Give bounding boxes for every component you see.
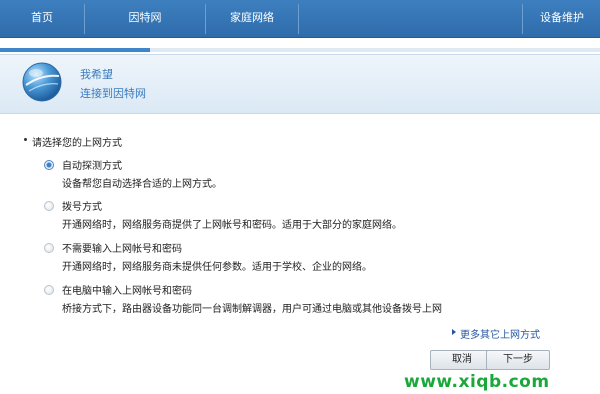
header-title: 我希望 xyxy=(80,68,113,81)
question-label: 请选择您的上网方式 xyxy=(24,134,122,149)
bullet-icon xyxy=(24,138,27,141)
option-title: 自动探测方式 xyxy=(62,161,122,172)
radio-auto-detect[interactable] xyxy=(44,160,54,170)
nav-divider xyxy=(298,4,299,34)
radio-bridge[interactable] xyxy=(44,285,54,295)
wizard-header: 我希望 连接到因特网 xyxy=(0,54,600,114)
wizard-progress-bar xyxy=(0,48,600,52)
more-methods-link[interactable]: 更多其它上网方式 xyxy=(460,326,540,341)
nav-item-internet[interactable]: 因特网 xyxy=(85,0,205,38)
globe-icon xyxy=(22,62,62,102)
top-nav: 首页 因特网 家庭网络 设备维护 xyxy=(0,0,600,38)
nav-item-device-maintenance[interactable]: 设备维护 xyxy=(540,0,600,38)
next-button[interactable]: 下一步 xyxy=(486,350,550,370)
option-description: 桥接方式下，路由器设备功能同一台调制解调器，用户可通过电脑或其他设备拨号上网 xyxy=(62,304,442,315)
option-title: 拨号方式 xyxy=(62,202,102,213)
option-description: 设备帮您自动选择合适的上网方式。 xyxy=(62,179,222,190)
question-text: 请选择您的上网方式 xyxy=(32,138,122,149)
nav-item-home-network[interactable]: 家庭网络 xyxy=(206,0,298,38)
nav-divider xyxy=(522,4,523,34)
cancel-button[interactable]: 取消 xyxy=(430,350,494,370)
radio-no-account[interactable] xyxy=(44,243,54,253)
option-title: 不需要输入上网帐号和密码 xyxy=(62,244,182,255)
nav-item-home[interactable]: 首页 xyxy=(0,0,84,38)
option-description: 开通网络时，网络服务商未提供任何参数。适用于学校、企业的网络。 xyxy=(62,262,372,273)
option-description: 开通网络时，网络服务商提供了上网帐号和密码。适用于大部分的家庭网络。 xyxy=(62,220,402,231)
chevron-right-icon xyxy=(452,329,456,335)
radio-dialup[interactable] xyxy=(44,201,54,211)
watermark-text: www.xiqb.com xyxy=(404,372,550,392)
wizard-progress-fill xyxy=(0,48,150,52)
header-subtitle: 连接到因特网 xyxy=(80,87,146,100)
option-title: 在电脑中输入上网帐号和密码 xyxy=(62,286,192,297)
